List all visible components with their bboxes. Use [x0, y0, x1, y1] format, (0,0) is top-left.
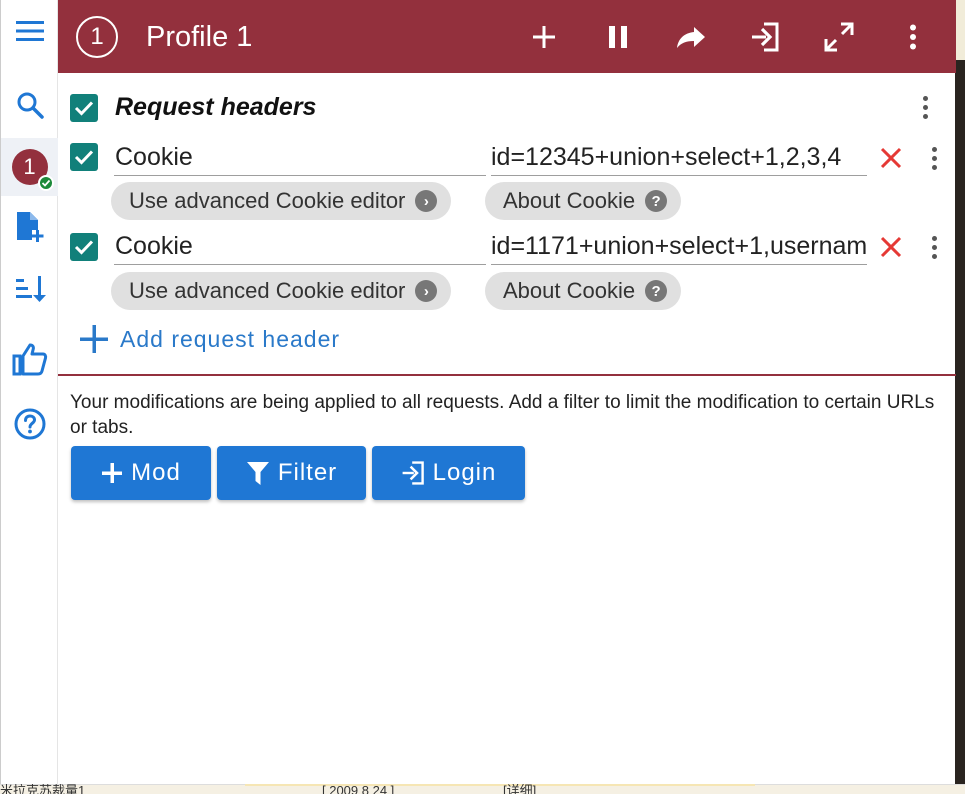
add-profile-button[interactable] — [1, 198, 58, 256]
profile-number-label: 1 — [90, 23, 104, 50]
sort-icon — [15, 276, 46, 302]
close-icon — [880, 236, 902, 258]
help-icon: ? — [645, 190, 668, 212]
header-row-2-checkbox[interactable] — [70, 233, 98, 261]
add-request-header-button[interactable]: Add request header — [78, 323, 340, 355]
plus-icon — [80, 325, 108, 353]
add-request-header-label: Add request header — [120, 325, 341, 352]
add-filter-button[interactable]: Filter — [217, 446, 366, 500]
section-divider — [58, 374, 956, 376]
dot — [931, 146, 937, 152]
check-icon — [74, 150, 94, 165]
close-icon — [880, 147, 902, 169]
header-name-field[interactable]: Cookie — [114, 142, 486, 176]
header-row-more-button[interactable] — [922, 230, 946, 264]
chip-label: Use advanced Cookie editor — [129, 278, 406, 303]
import-login-button[interactable] — [742, 14, 788, 60]
menu-button[interactable] — [1, 2, 58, 60]
expand-button[interactable] — [816, 14, 862, 60]
profile-1-button[interactable]: 1 — [1, 138, 58, 196]
check-icon — [74, 240, 94, 255]
section-more-button[interactable] — [913, 90, 937, 124]
login-button[interactable]: Login — [372, 446, 525, 500]
check-badge-icon — [37, 175, 54, 191]
expand-icon — [824, 22, 854, 52]
about-cookie-chip[interactable]: About Cookie ? — [485, 182, 682, 220]
dot — [931, 253, 937, 259]
chevron-right-icon: › — [415, 280, 438, 302]
header-row-more-button[interactable] — [922, 141, 946, 175]
plus-icon — [533, 26, 555, 48]
sidebar: 1 — [1, 0, 58, 784]
thumbs-up-icon — [12, 343, 47, 376]
profile-title[interactable]: Profile 1 — [146, 20, 252, 54]
delete-header-button[interactable] — [876, 143, 906, 173]
background-text-right: [详细] — [503, 784, 537, 794]
dot — [922, 113, 928, 119]
profile-header: 1 Profile 1 — [58, 0, 956, 73]
help-circle-icon — [14, 408, 45, 440]
header-name-field[interactable]: Cookie — [114, 231, 486, 265]
header-row-1-checkbox[interactable] — [70, 143, 98, 171]
modheader-popup: 1 1 Profile 1 Request headers Cookie id=… — [0, 0, 956, 784]
section-title: Request headers — [115, 93, 317, 121]
profile-number: 1 — [23, 154, 36, 179]
add-mod-button[interactable]: Mod — [71, 446, 211, 500]
chevron-right-icon: › — [415, 190, 438, 212]
login-label: Login — [432, 459, 497, 486]
hamburger-menu-icon — [15, 21, 44, 41]
plus-icon — [102, 463, 123, 483]
about-cookie-chip[interactable]: About Cookie ? — [485, 272, 682, 310]
advanced-cookie-editor-chip[interactable]: Use advanced Cookie editor › — [111, 272, 452, 310]
mod-label: Mod — [131, 459, 181, 486]
dot — [931, 244, 937, 250]
dot — [931, 235, 937, 241]
file-plus-icon — [16, 212, 43, 242]
help-icon: ? — [645, 280, 668, 302]
pause-icon — [609, 26, 627, 48]
login-icon — [752, 22, 779, 52]
like-button[interactable] — [1, 330, 58, 388]
filter-icon — [246, 462, 269, 485]
share-button[interactable] — [668, 14, 714, 60]
search-button[interactable] — [1, 76, 58, 134]
dot — [922, 104, 928, 110]
chip-label: About Cookie — [503, 188, 636, 213]
chip-label: About Cookie — [503, 278, 636, 303]
dot — [922, 95, 928, 101]
search-icon — [17, 92, 44, 119]
background-text-left: 米拉克苏裁量1 — [0, 784, 86, 794]
more-options-button[interactable] — [890, 14, 936, 60]
sort-button[interactable] — [1, 260, 58, 318]
profile-avatar: 1 — [11, 149, 54, 191]
background-text-mid: [ 2009 8 24 ] — [322, 784, 395, 794]
login-icon — [402, 461, 424, 485]
advanced-cookie-editor-chip[interactable]: Use advanced Cookie editor › — [111, 182, 452, 220]
request-headers-checkbox[interactable] — [70, 94, 98, 122]
filter-label: Filter — [277, 459, 338, 486]
help-button[interactable] — [1, 395, 58, 453]
delete-header-button[interactable] — [876, 232, 906, 262]
pause-button[interactable] — [595, 14, 641, 60]
filter-notice: Your modifications are being applied to … — [70, 392, 935, 438]
background-page-edge — [955, 60, 965, 794]
header-value-field[interactable]: id=12345+union+select+1,2,3,4 — [491, 142, 867, 176]
chip-label: Use advanced Cookie editor — [129, 188, 406, 213]
share-icon — [677, 27, 705, 48]
header-value-field[interactable]: id=1171+union+select+1,username — [491, 231, 867, 265]
add-modification-button[interactable] — [521, 14, 567, 60]
profile-number-badge[interactable]: 1 — [76, 16, 118, 58]
more-vert-icon — [910, 24, 916, 50]
dot — [931, 164, 937, 170]
dot — [931, 155, 937, 161]
check-icon — [74, 101, 94, 116]
